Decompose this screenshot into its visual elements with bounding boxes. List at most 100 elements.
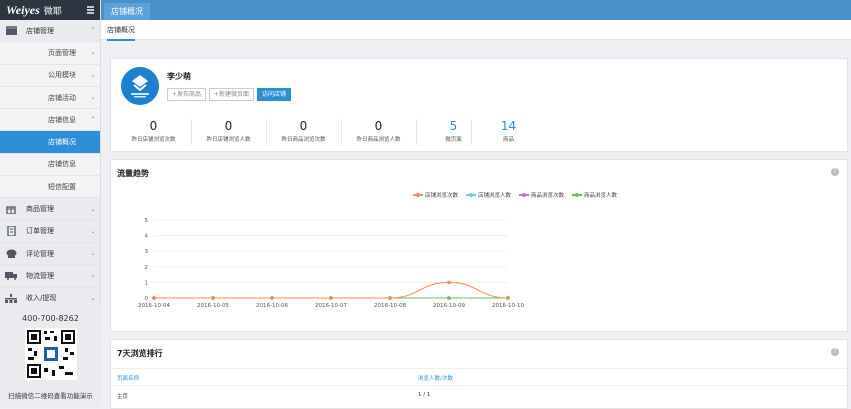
hamburger-icon[interactable] (87, 6, 94, 14)
shop-name: 李少萌 (167, 72, 191, 81)
sidebar-item[interactable]: 店铺活动 ⌄ (0, 87, 100, 110)
contact-panel: 400-700-8262 扫描微信二维码查看功能演示 (0, 307, 101, 407)
stat-divider (266, 119, 267, 145)
stat-label: 昨日商品浏览人数 (356, 137, 401, 143)
data-point (447, 280, 451, 285)
col-page-name[interactable]: 页面名称 (117, 374, 139, 382)
brand-logo[interactable]: Weiyes (6, 3, 40, 18)
sidebar-item[interactable]: 商品管理 ⌄ (0, 198, 100, 221)
x-tick-label: 2016-10-07 (315, 303, 347, 309)
sidebar-item[interactable]: 店铺信息 ⌃ (0, 109, 100, 132)
comment-icon (0, 249, 22, 259)
page-title-tab[interactable]: 店铺概况 (104, 3, 150, 20)
chevron-down-icon: ⌄ (90, 294, 96, 302)
stat-value: 0 (149, 119, 158, 133)
phone-number: 400-700-8262 (22, 314, 79, 323)
x-tick-label: 2016-10-06 (256, 303, 288, 309)
y-tick-label: 3 (145, 249, 149, 255)
chevron-down-icon: ⌄ (90, 227, 96, 235)
help-icon[interactable]: ? (831, 348, 839, 356)
stat-divider (341, 119, 342, 145)
sidebar-item[interactable]: 页面管理 ⌄ (0, 42, 100, 65)
seven-day-rank-card: 7天浏览排行 ? 页面名称 浏览人数/次数 主页 1 / 1 (110, 339, 848, 409)
y-tick-label: 0 (145, 296, 149, 302)
sidebar-item-label: 公用模块 (48, 71, 76, 80)
chevron-down-icon: ⌄ (90, 71, 96, 79)
sidebar-item[interactable]: 评论管理 ⌄ (0, 242, 100, 266)
sidebar-item-label: 店铺信息 (48, 115, 76, 124)
brand-name: 微耶 (43, 6, 62, 17)
chevron-down-icon: ⌄ (90, 94, 96, 102)
sidebar-menu: 店铺管理 ⌃ 页面管理 ⌄ 公用模块 ⌄ 店铺活动 ⌄ 店铺信息 ⌃ 店铺概况 店铺信息 短信配置 商品管… (0, 20, 100, 310)
rank-title: 7天浏览排行 (117, 349, 163, 358)
sidebar-item-label: 评论管理 (26, 249, 54, 258)
chevron-down-icon: ⌄ (90, 250, 96, 258)
sidebar-item-label: 订单管理 (26, 227, 54, 236)
stat-divider (191, 119, 192, 145)
sidebar-item-label: 短信配置 (48, 182, 76, 191)
stat-label: 昨日店铺浏览人数 (206, 137, 251, 143)
stat-value: 0 (299, 119, 308, 133)
stat-item[interactable]: 14 商品 (471, 119, 546, 143)
y-tick-label: 2 (145, 265, 149, 271)
y-tick-label: 4 (145, 234, 149, 240)
stat-item: 0 昨日店铺浏览人数 (191, 119, 266, 143)
series-line (154, 281, 509, 299)
chevron-up-icon: ⌃ (90, 116, 96, 124)
truck-icon (0, 271, 22, 281)
x-tick-label: 2016-10-10 (492, 303, 524, 309)
stat-item: 0 昨日店铺浏览次数 (116, 119, 191, 143)
sidebar-item-label: 店铺管理 (26, 26, 54, 35)
tab-shop-overview[interactable]: 店铺概况 (107, 25, 135, 41)
stat-item: 0 昨日商品浏览次数 (266, 119, 341, 143)
sidebar-item-label: 收入/提现 (26, 294, 57, 303)
sidebar-item[interactable]: 公用模块 ⌄ (0, 65, 100, 87)
stat-divider (416, 119, 417, 145)
chevron-down-icon: ⌄ (90, 49, 96, 57)
visit-shop-button[interactable]: 访问店铺 (257, 88, 292, 101)
sidebar-item-label: 物流管理 (26, 271, 54, 280)
sidebar-item-label: 商品管理 (26, 205, 54, 214)
stat-divider (471, 119, 472, 145)
traffic-line-chart: 0 1 2 3 4 5 2016-10-04 2016-10-05 2016-10-06 2016… (138, 218, 524, 309)
data-point (152, 296, 156, 300)
stat-item: 0 昨日商品浏览人数 (341, 119, 416, 143)
sidebar-item[interactable]: 订单管理 ⌄ (0, 220, 100, 243)
sidebar-item[interactable]: 店铺概况 (0, 131, 100, 154)
new-micro-page-button[interactable]: +新建微页面 (209, 88, 255, 101)
stat-value: 14 (500, 119, 517, 133)
x-tick-label: 2016-10-08 (374, 303, 406, 309)
x-tick-label: 2016-10-05 (197, 303, 229, 309)
sidebar-item[interactable]: 短信配置 (0, 176, 100, 199)
brand-bar: Weiyes 微耶 (0, 0, 100, 20)
top-bar: 店铺概况 (101, 0, 851, 20)
sidebar-item[interactable]: 店铺信息 (0, 154, 100, 177)
sidebar-item[interactable]: 店铺管理 ⌃ (0, 20, 100, 43)
sidebar-item-label: 店铺概况 (48, 138, 76, 147)
order-icon (0, 226, 22, 237)
data-point (388, 296, 392, 300)
data-point (329, 296, 333, 300)
shop-summary-card: 李少萌 +发布商品 +新建微页面 访问店铺 0 昨日店铺浏览次数 0 昨日店铺浏览人数… (110, 58, 848, 152)
data-point (270, 296, 274, 300)
store-icon (0, 26, 22, 36)
y-tick-label: 5 (145, 218, 149, 224)
x-tick-label: 2016-10-04 (138, 303, 170, 309)
sidebar-item[interactable]: 物流管理 ⌄ (0, 265, 100, 288)
sub-nav: 店铺概况 (101, 20, 851, 41)
stat-label: 昨日店铺浏览次数 (131, 137, 176, 143)
data-point (447, 296, 451, 300)
qr-code-icon (24, 328, 77, 380)
rank-views-cell: 1 / 1 (418, 392, 431, 398)
publish-goods-button[interactable]: +发布商品 (167, 88, 207, 101)
sidebar-item-label: 店铺信息 (48, 160, 76, 169)
col-views[interactable]: 浏览人数/次数 (418, 374, 453, 382)
rank-page-cell[interactable]: 主页 (117, 392, 128, 400)
x-tick-label: 2016-10-09 (433, 303, 465, 309)
shop-logo-icon (121, 67, 159, 105)
stat-value: 0 (374, 119, 383, 133)
qr-caption: 扫描微信二维码查看功能演示 (8, 392, 93, 400)
gift-icon (0, 204, 22, 215)
sidebar-item-label: 页面管理 (48, 48, 76, 57)
y-tick-label: 1 (145, 280, 149, 286)
